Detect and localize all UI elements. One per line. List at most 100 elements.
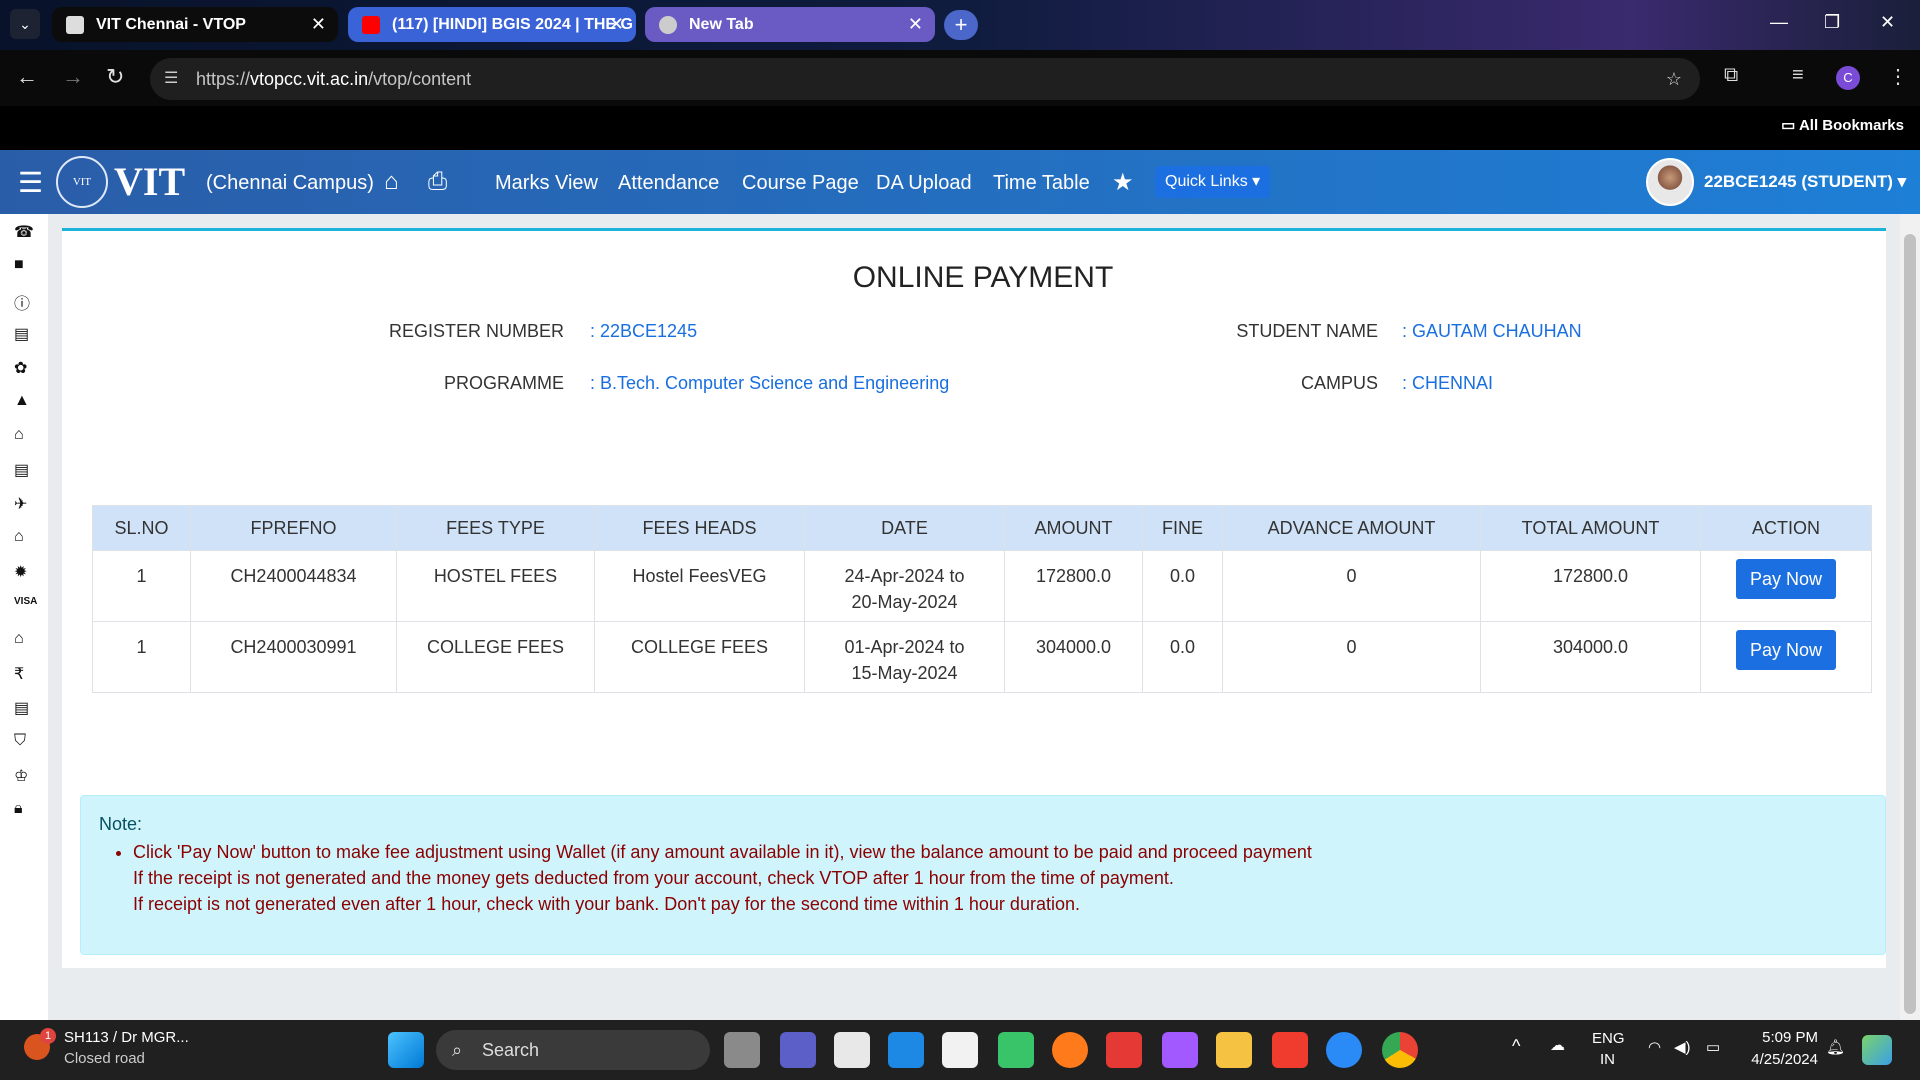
bell-icon[interactable]: 🔔︎ [1826,1038,1845,1056]
visa-card-icon[interactable]: VISA [14,596,37,607]
briefcase-icon[interactable]: ■ [14,256,24,274]
app-store-icon[interactable] [1326,1032,1362,1068]
book-icon[interactable]: ▤ [14,698,29,718]
programme-label: PROGRAMME [443,373,564,393]
bookmark-star-icon[interactable]: ☆ [1666,58,1682,100]
address-bar[interactable]: ☰ https://vtopcc.vit.ac.in/vtop/content … [150,58,1700,100]
tab-new[interactable]: New Tab ✕ [645,7,935,42]
vit-logo: VIT [56,156,108,208]
pay-now-button[interactable]: Pay Now [1735,559,1837,599]
paw-icon[interactable]: ✿ [14,358,27,378]
nav-time-table[interactable]: Time Table [993,172,1090,195]
battery-icon[interactable]: ▭ [1706,1038,1720,1056]
nav-course-page[interactable]: Course Page [742,172,859,195]
profile-avatar[interactable]: C [1836,66,1860,90]
store-icon[interactable] [834,1032,870,1068]
nav-attendance[interactable]: Attendance [618,172,719,195]
info-icon[interactable]: ⓘ [14,290,30,314]
cell-advance: 0 [1222,621,1481,693]
code-editor-icon[interactable] [942,1032,978,1068]
chevron-up-icon[interactable]: ^ [1512,1036,1520,1057]
cloud-icon[interactable]: ☁ [1550,1036,1565,1054]
home-icon[interactable]: ⌂ [384,168,399,196]
cell-slno: 1 [92,621,191,693]
date-end: 20-May-2024 [851,592,958,612]
weather-title[interactable]: SH113 / Dr MGR... [64,1029,189,1046]
file-explorer-icon[interactable] [1216,1032,1252,1068]
teams-icon[interactable] [780,1032,816,1068]
university-icon[interactable]: ⌂ [14,528,24,546]
book-icon[interactable]: ▤ [14,324,29,344]
register-number-label: REGISTER NUMBER [388,321,564,341]
trophy-icon[interactable]: ♔ [14,766,28,786]
scrollbar[interactable] [1900,214,1920,1020]
book-icon[interactable]: ▤ [14,460,29,480]
table-row: 1 CH2400044834 HOSTEL FEES Hostel FeesVE… [92,550,1872,622]
task-view-icon[interactable] [724,1032,760,1068]
language-code[interactable]: ENG [1592,1030,1625,1047]
plane-icon[interactable]: ✈ [14,494,27,514]
forward-icon[interactable]: → [62,64,84,90]
col-advance: ADVANCE AMOUNT [1222,505,1481,551]
vscode-icon[interactable] [888,1032,924,1068]
notification-badge: 1 [40,1028,56,1044]
tab-search-icon[interactable]: ⌄ [10,9,40,39]
col-fees-type: FEES TYPE [396,505,595,551]
chrome-icon[interactable] [1382,1032,1418,1068]
star-icon[interactable]: ★ [1112,168,1134,197]
media-control-icon[interactable]: ≡ [1792,64,1804,87]
user-menu[interactable]: 22BCE1245 (STUDENT) ▾ [1704,172,1906,192]
windows-start-icon[interactable] [388,1032,424,1068]
back-icon[interactable]: ← [16,64,38,90]
close-icon[interactable]: ✕ [311,7,326,42]
anydesk-icon[interactable] [1272,1032,1308,1068]
quick-links-dropdown[interactable]: Quick Links ▾ [1155,166,1270,198]
wifi-icon[interactable]: ◠ [1648,1038,1661,1056]
tab-youtube[interactable]: (117) [HINDI] BGIS 2024 | THE G ✕ [348,7,636,42]
table-header-row: SL.NO FPREFNO FEES TYPE FEES HEADS DATE … [92,505,1872,551]
tab-label: (117) [HINDI] BGIS 2024 | THE G [392,16,633,33]
menu-dots-icon[interactable]: ⋮ [1888,64,1908,89]
clock-time[interactable]: 5:09 PM [1754,1029,1818,1046]
note-box: Note: Click 'Pay Now' button to make fee… [80,795,1886,955]
cell-amount: 172800.0 [1004,550,1143,622]
copilot-icon[interactable] [1862,1035,1892,1065]
git-icon[interactable] [998,1032,1034,1068]
close-icon[interactable]: ✕ [908,7,923,42]
youtube-icon [362,16,380,34]
bookmarks-bar: ▭ All Bookmarks [0,106,1920,150]
print-icon[interactable]: ⎙ [428,168,447,196]
site-info-icon[interactable]: ☰ [164,58,178,100]
phone-icon[interactable]: ☎ [14,222,34,242]
close-window-icon[interactable]: ✕ [1880,12,1895,33]
postman-icon[interactable] [1106,1032,1142,1068]
gear-icon[interactable]: ✹ [14,562,27,582]
university-icon[interactable]: ⌂ [14,426,24,444]
figma-icon[interactable] [1162,1032,1198,1068]
user-avatar[interactable] [1646,158,1694,206]
all-bookmarks[interactable]: ▭ All Bookmarks [1781,116,1904,134]
graduation-cap-icon[interactable]: ▲ [14,392,30,410]
cell-total: 304000.0 [1480,621,1701,693]
cell-fprefno: CH2400044834 [190,550,397,622]
nav-da-upload[interactable]: DA Upload [876,172,972,195]
tab-vtop[interactable]: VIT Chennai - VTOP ✕ [52,7,338,42]
pay-now-button[interactable]: Pay Now [1735,630,1837,670]
scrollbar-thumb[interactable] [1904,234,1916,1014]
quick-links-label: Quick Links [1165,173,1248,190]
close-icon[interactable]: ✕ [609,7,624,42]
lock-icon[interactable]: 🔒︎ [14,800,23,818]
rupee-icon[interactable]: ₹ [14,664,24,684]
firefox-icon[interactable] [1052,1032,1088,1068]
restore-icon[interactable]: ❐ [1824,12,1840,33]
extensions-icon[interactable]: ⧉ [1724,64,1738,87]
taskbar-search[interactable]: ⌕ Search [436,1030,710,1070]
new-tab-button[interactable]: + [944,10,978,40]
volume-icon[interactable]: ◀) [1674,1038,1691,1056]
nav-marks-view[interactable]: Marks View [495,172,598,195]
reload-icon[interactable]: ↻ [106,64,124,90]
hamburger-menu-icon[interactable]: ☰ [18,166,43,199]
minimize-icon[interactable]: — [1770,12,1788,33]
home-icon[interactable]: ⌂ [14,630,24,648]
shield-icon[interactable]: ⛉ [14,732,26,750]
